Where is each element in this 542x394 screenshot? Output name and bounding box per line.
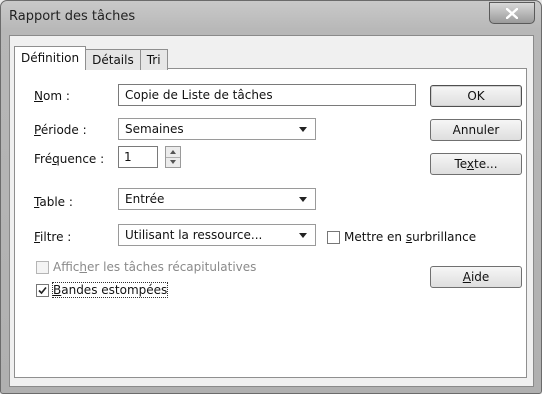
close-icon: [506, 7, 518, 19]
help-button[interactable]: Aide: [430, 266, 522, 288]
frequence-input[interactable]: 1: [118, 146, 158, 168]
periode-value: Semaines: [125, 122, 184, 136]
table-value: Entrée: [125, 192, 165, 206]
gray-bands-label[interactable]: Bandes estompées: [51, 282, 169, 298]
close-button[interactable]: [489, 2, 535, 24]
filtre-value: Utilisant la ressource...: [125, 228, 263, 242]
table-select[interactable]: Entrée: [118, 188, 316, 210]
frequence-label: Fréquence :: [34, 152, 105, 166]
highlight-label[interactable]: Mettre en surbrillance: [344, 230, 476, 244]
ok-button[interactable]: OK: [430, 85, 522, 107]
filtre-select[interactable]: Utilisant la ressource...: [118, 224, 316, 246]
chevron-down-icon: [299, 127, 307, 132]
highlight-checkbox[interactable]: [327, 231, 340, 244]
text-button[interactable]: Texte...: [430, 153, 522, 175]
table-label: Table :: [34, 195, 73, 209]
frequence-spinner: [165, 146, 181, 168]
tab-details[interactable]: Détails: [85, 49, 141, 70]
cancel-button[interactable]: Annuler: [430, 119, 522, 141]
spin-up-icon: [170, 150, 176, 154]
chevron-down-icon: [299, 197, 307, 202]
summary-tasks-checkbox[interactable]: [36, 261, 49, 274]
window-title: Rapport des tâches: [9, 9, 136, 24]
tab-definition[interactable]: Définition: [14, 46, 87, 70]
title-bar[interactable]: Rapport des tâches: [1, 1, 541, 35]
periode-select[interactable]: Semaines: [118, 118, 316, 140]
periode-label: Période :: [34, 123, 87, 137]
gray-bands-checkbox[interactable]: [36, 284, 49, 297]
chevron-down-icon: [299, 233, 307, 238]
filtre-label: Filtre :: [34, 230, 72, 244]
tab-tri[interactable]: Tri: [139, 49, 168, 70]
spin-down-button[interactable]: [166, 157, 180, 167]
summary-tasks-label[interactable]: Afficher les tâches récapitulatives: [53, 260, 256, 274]
tab-strip: Définition Détails Tri: [14, 46, 168, 70]
spin-down-icon: [170, 160, 176, 164]
checkmark-icon: [38, 286, 47, 295]
nom-label: Nom :: [34, 89, 70, 103]
nom-input[interactable]: Copie de Liste de tâches: [118, 84, 416, 106]
tab-panel-definition: [14, 68, 527, 378]
